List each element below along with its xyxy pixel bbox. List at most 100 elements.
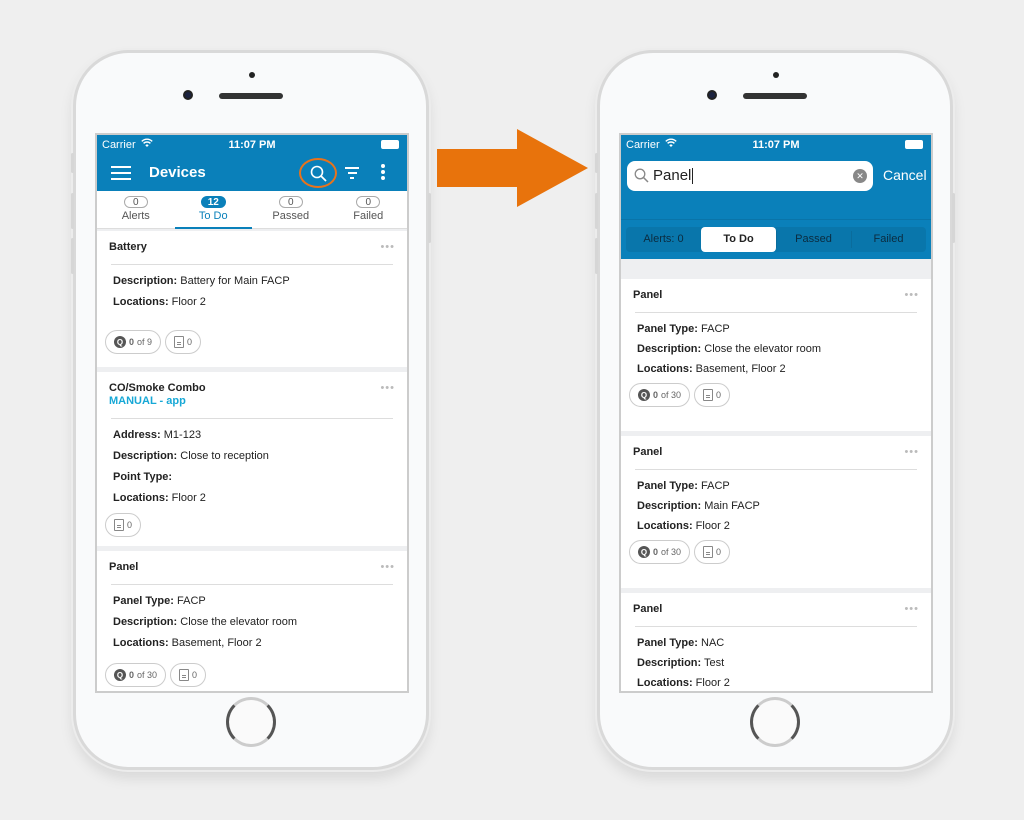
phone-frame-after: Carrier 11:07 PM Panel ✕ Cancel Alerts: … — [595, 50, 955, 770]
status-segmented-control: Alerts: 0 To Do Passed Failed — [621, 219, 931, 259]
device-card[interactable]: Panel ••• Panel Type: FACP Description: … — [621, 436, 931, 588]
page-title: Devices — [149, 164, 206, 181]
cancel-button[interactable]: Cancel — [883, 167, 927, 183]
segment-passed[interactable]: Passed — [776, 227, 851, 252]
card-chips: Q 0 of 30 0 — [629, 540, 919, 564]
tab-label: Passed — [272, 210, 310, 222]
field-label: Locations — [637, 520, 689, 532]
field-label: Panel Type — [113, 595, 171, 607]
search-value: Panel — [653, 167, 694, 185]
more-horizontal-icon[interactable]: ••• — [904, 603, 919, 615]
divider — [111, 264, 393, 265]
tab-alerts[interactable]: 0 Alerts — [97, 191, 175, 228]
tab-failed[interactable]: 0 Failed — [330, 191, 408, 228]
documents-count: 0 — [716, 390, 722, 400]
documents-chip[interactable]: 0 — [694, 383, 731, 407]
more-horizontal-icon[interactable]: ••• — [380, 382, 395, 394]
more-vertical-icon[interactable] — [381, 164, 385, 182]
battery-icon — [905, 140, 923, 149]
divider — [111, 418, 393, 419]
tab-to-do[interactable]: 12 To Do — [174, 191, 253, 229]
device-field: Description: Test — [637, 657, 725, 669]
questions-done: 0 — [653, 547, 659, 557]
questions-chip[interactable]: Q 0 of 30 — [105, 663, 167, 687]
device-title: CO/Smoke Combo — [109, 382, 206, 394]
volume-up-button — [71, 193, 74, 229]
tab-count-badge: 0 — [123, 196, 148, 208]
tab-label: To Do — [198, 210, 228, 222]
filter-icon[interactable] — [345, 167, 359, 182]
field-value: Close to reception — [177, 450, 269, 462]
documents-count: 0 — [187, 337, 193, 347]
search-icon — [634, 168, 649, 183]
field-label: Description — [113, 450, 174, 462]
field-label: Description — [637, 657, 698, 669]
question-icon: Q — [114, 336, 126, 348]
field-label: Locations — [113, 492, 165, 504]
device-field: Panel Type: FACP — [637, 480, 730, 492]
search-input[interactable]: Panel ✕ — [627, 161, 873, 191]
proximity-sensor — [249, 72, 255, 78]
documents-count: 0 — [716, 547, 722, 557]
field-value: Battery for Main FACP — [177, 275, 290, 287]
documents-chip[interactable]: 0 — [694, 540, 731, 564]
device-field: Description: Close to reception — [113, 450, 269, 462]
field-label: Description — [637, 343, 698, 355]
status-tabs: 0 Alerts 12 To Do 0 Passed 0 Failed — [97, 191, 407, 229]
tab-count-badge: 0 — [278, 196, 303, 208]
segment-failed[interactable]: Failed — [851, 227, 926, 252]
tab-passed[interactable]: 0 Passed — [252, 191, 330, 228]
segment-to-do[interactable]: To Do — [701, 227, 776, 252]
field-label: Point Type — [113, 471, 169, 483]
field-value: FACP — [697, 480, 730, 492]
field-value: Main FACP — [701, 500, 760, 512]
field-value: Basement, Floor 2 — [168, 637, 262, 649]
documents-chip[interactable]: 0 — [170, 663, 207, 687]
questions-total: of 9 — [137, 337, 153, 347]
text-caret — [692, 168, 694, 185]
device-field: Locations: Floor 2 — [113, 296, 206, 308]
search-button[interactable] — [299, 158, 337, 188]
field-value: Floor 2 — [168, 492, 206, 504]
more-horizontal-icon[interactable]: ••• — [380, 561, 395, 573]
questions-chip[interactable]: Q 0 of 30 — [629, 540, 691, 564]
field-value: Test — [701, 657, 725, 669]
more-horizontal-icon[interactable]: ••• — [380, 241, 395, 253]
device-title: Panel — [633, 446, 663, 458]
field-value: Floor 2 — [692, 677, 730, 689]
field-value: Close the elevator room — [701, 343, 822, 355]
more-horizontal-icon[interactable]: ••• — [904, 289, 919, 301]
device-card[interactable]: Panel ••• Panel Type: FACP Description: … — [621, 279, 931, 431]
device-card[interactable]: Panel ••• Panel Type: NAC Description: T… — [621, 593, 931, 691]
hamburger-icon[interactable] — [111, 166, 131, 180]
device-card[interactable]: Panel ••• Panel Type: FACP Description: … — [97, 551, 407, 691]
device-field: Locations: Basement, Floor 2 — [637, 363, 786, 375]
more-horizontal-icon[interactable]: ••• — [904, 446, 919, 458]
field-label: Description — [113, 616, 174, 628]
field-label: Locations — [637, 363, 689, 375]
card-chips: Q 0 of 9 0 — [105, 330, 395, 354]
volume-up-button — [595, 193, 598, 229]
segment-alerts[interactable]: Alerts: 0 — [626, 227, 701, 252]
questions-total: of 30 — [137, 670, 158, 680]
questions-chip[interactable]: Q 0 of 9 — [105, 330, 162, 354]
mute-switch — [71, 153, 74, 173]
status-time: 11:07 PM — [752, 139, 800, 151]
questions-chip[interactable]: Q 0 of 30 — [629, 383, 691, 407]
field-value: Basement, Floor 2 — [692, 363, 786, 375]
divider — [635, 312, 917, 313]
device-card[interactable]: CO/Smoke Combo MANUAL - app ••• Address:… — [97, 372, 407, 546]
document-icon — [703, 389, 714, 401]
proximity-sensor — [773, 72, 779, 78]
documents-chip[interactable]: 0 — [165, 330, 202, 354]
volume-down-button — [595, 238, 598, 274]
field-value: FACP — [173, 595, 206, 607]
card-chips: 0 — [105, 513, 395, 537]
tab-label: Alerts — [121, 210, 150, 222]
questions-done: 0 — [129, 337, 135, 347]
volume-down-button — [71, 238, 74, 274]
clear-search-icon[interactable]: ✕ — [853, 169, 867, 183]
documents-chip[interactable]: 0 — [105, 513, 142, 537]
device-card[interactable]: Battery ••• Description: Battery for Mai… — [97, 231, 407, 367]
field-value: Floor 2 — [692, 520, 730, 532]
